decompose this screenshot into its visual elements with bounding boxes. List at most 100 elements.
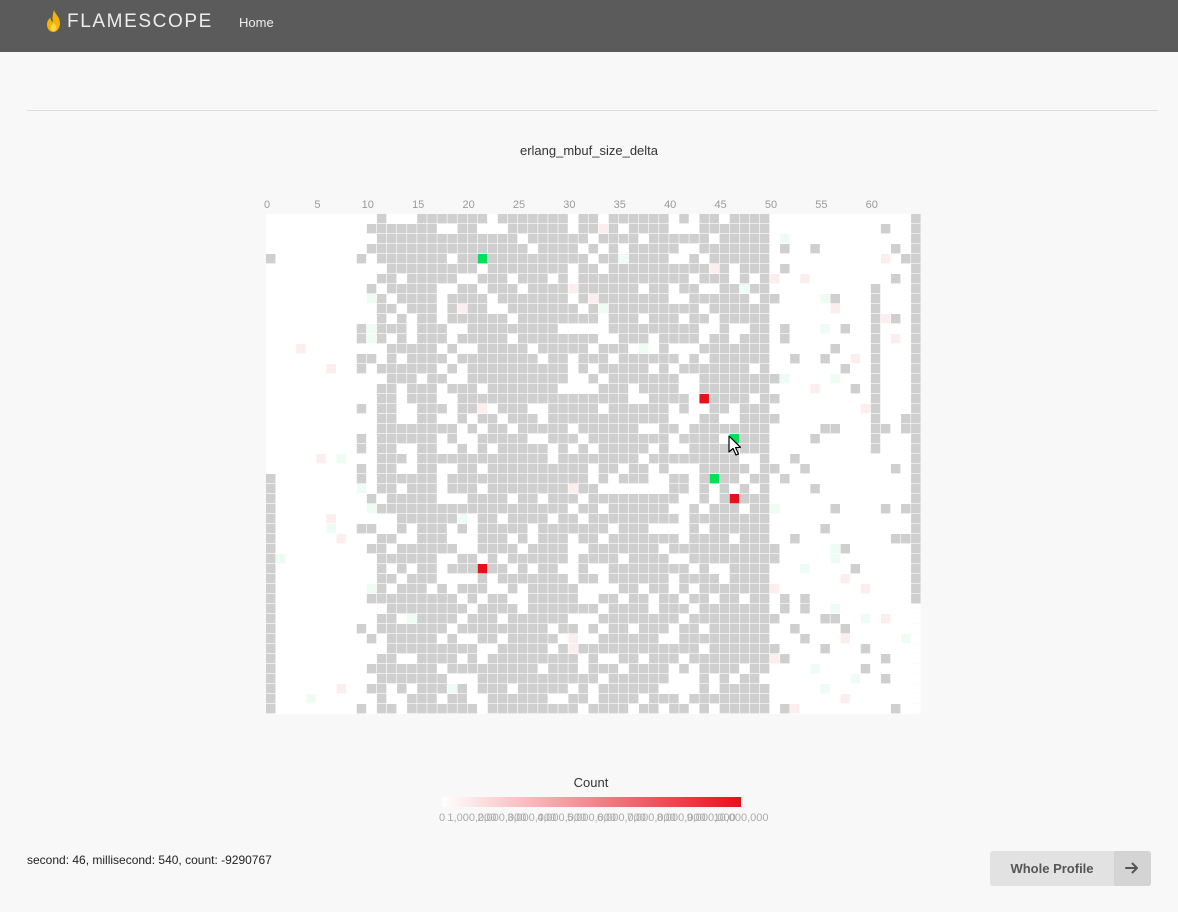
heatmap-cell[interactable] <box>296 454 306 464</box>
heatmap-cell[interactable] <box>487 254 498 264</box>
heatmap-cell[interactable] <box>447 414 457 424</box>
heatmap-cell[interactable] <box>800 594 810 604</box>
heatmap-cell[interactable] <box>790 594 800 604</box>
heatmap-cell[interactable] <box>306 514 316 524</box>
heatmap-cell[interactable] <box>457 304 467 314</box>
heatmap-cell[interactable] <box>447 454 457 464</box>
heatmap-cell[interactable] <box>346 704 357 714</box>
heatmap-cell[interactable] <box>578 214 588 224</box>
heatmap-cell[interactable] <box>558 694 568 704</box>
heatmap-cell[interactable] <box>820 314 830 324</box>
heatmap-cell[interactable] <box>890 324 901 334</box>
heatmap-cell[interactable] <box>497 584 508 594</box>
heatmap-cell[interactable] <box>578 304 588 314</box>
heatmap-cell[interactable] <box>770 514 780 524</box>
heatmap-cell[interactable] <box>507 694 518 704</box>
heatmap-cell[interactable] <box>850 214 861 224</box>
heatmap-cell[interactable] <box>477 344 488 354</box>
heatmap-cell[interactable] <box>588 604 599 614</box>
heatmap-cell[interactable] <box>890 404 901 414</box>
heatmap-cell[interactable] <box>276 604 286 614</box>
heatmap-cell[interactable] <box>366 504 377 514</box>
heatmap-cell[interactable] <box>266 294 276 304</box>
heatmap-cell[interactable] <box>749 664 760 674</box>
heatmap-cell[interactable] <box>830 234 840 244</box>
heatmap-cell[interactable] <box>729 594 740 604</box>
heatmap-cell[interactable] <box>820 334 830 344</box>
heatmap-cell[interactable] <box>628 554 639 564</box>
heatmap-cell[interactable] <box>467 534 478 544</box>
heatmap-cell[interactable] <box>800 234 810 244</box>
heatmap-cell[interactable] <box>366 274 377 284</box>
heatmap-cell[interactable] <box>397 344 407 354</box>
heatmap-cell[interactable] <box>276 214 286 224</box>
heatmap-cell[interactable] <box>538 584 548 594</box>
heatmap-cell[interactable] <box>870 564 881 574</box>
heatmap-cell[interactable] <box>820 264 830 274</box>
heatmap-cell[interactable] <box>447 614 457 624</box>
heatmap-cell[interactable] <box>336 294 347 304</box>
heatmap-cell[interactable] <box>558 324 568 334</box>
heatmap-cell[interactable] <box>578 264 588 274</box>
heatmap-cell[interactable] <box>729 304 740 314</box>
heatmap-cell[interactable] <box>346 354 357 364</box>
heatmap-highlighted-cell[interactable] <box>709 474 719 484</box>
heatmap-cell[interactable] <box>296 424 306 434</box>
heatmap-cell[interactable] <box>618 224 629 234</box>
heatmap-cell[interactable] <box>558 704 568 714</box>
heatmap-cell[interactable] <box>558 474 568 484</box>
heatmap-cell[interactable] <box>427 614 437 624</box>
heatmap-cell[interactable] <box>689 504 699 514</box>
heatmap-cell[interactable] <box>659 444 669 454</box>
heatmap-cell[interactable] <box>437 594 447 604</box>
heatmap-cell[interactable] <box>880 504 891 514</box>
heatmap-cell[interactable] <box>306 464 316 474</box>
heatmap-cell[interactable] <box>709 524 719 534</box>
heatmap-cell[interactable] <box>598 604 609 614</box>
heatmap-cell[interactable] <box>649 394 659 404</box>
heatmap-cell[interactable] <box>679 594 689 604</box>
heatmap-cell[interactable] <box>538 324 548 334</box>
heatmap-cell[interactable] <box>477 494 488 504</box>
heatmap-cell[interactable] <box>759 624 770 634</box>
heatmap-cell[interactable] <box>770 214 780 224</box>
heatmap-cell[interactable] <box>518 554 528 564</box>
heatmap-cell[interactable] <box>790 424 800 434</box>
heatmap-cell[interactable] <box>780 624 790 634</box>
heatmap-cell[interactable] <box>800 584 810 594</box>
heatmap-cell[interactable] <box>880 564 891 574</box>
heatmap-cell[interactable] <box>356 434 367 444</box>
heatmap-cell[interactable] <box>689 644 699 654</box>
heatmap-cell[interactable] <box>286 424 296 434</box>
heatmap-cell[interactable] <box>578 694 588 704</box>
heatmap-cell[interactable] <box>901 394 911 404</box>
heatmap-cell[interactable] <box>810 564 820 574</box>
heatmap-cell[interactable] <box>528 284 538 294</box>
heatmap-cell[interactable] <box>840 674 851 684</box>
heatmap-cell[interactable] <box>296 274 306 284</box>
heatmap-cell[interactable] <box>638 444 649 454</box>
heatmap-cell[interactable] <box>276 664 286 674</box>
heatmap-cell[interactable] <box>759 634 770 644</box>
heatmap-cell[interactable] <box>669 664 679 674</box>
heatmap-cell[interactable] <box>427 674 437 684</box>
heatmap-cell[interactable] <box>719 294 730 304</box>
heatmap-cell[interactable] <box>447 634 457 644</box>
heatmap-cell[interactable] <box>266 314 276 324</box>
heatmap-cell[interactable] <box>810 604 820 614</box>
heatmap-cell[interactable] <box>497 504 508 514</box>
heatmap-cell[interactable] <box>810 574 820 584</box>
heatmap-cell[interactable] <box>538 264 548 274</box>
heatmap-cell[interactable] <box>366 654 377 664</box>
heatmap-cell[interactable] <box>901 484 911 494</box>
heatmap-cell[interactable] <box>276 684 286 694</box>
heatmap-cell[interactable] <box>598 474 609 484</box>
heatmap-cell[interactable] <box>870 254 881 264</box>
heatmap-cell[interactable] <box>860 294 871 304</box>
heatmap-cell[interactable] <box>518 464 528 474</box>
heatmap-cell[interactable] <box>679 504 689 514</box>
heatmap-cell[interactable] <box>286 384 296 394</box>
heatmap-cell[interactable] <box>790 394 800 404</box>
heatmap-cell[interactable] <box>729 214 740 224</box>
heatmap-cell[interactable] <box>719 474 730 484</box>
